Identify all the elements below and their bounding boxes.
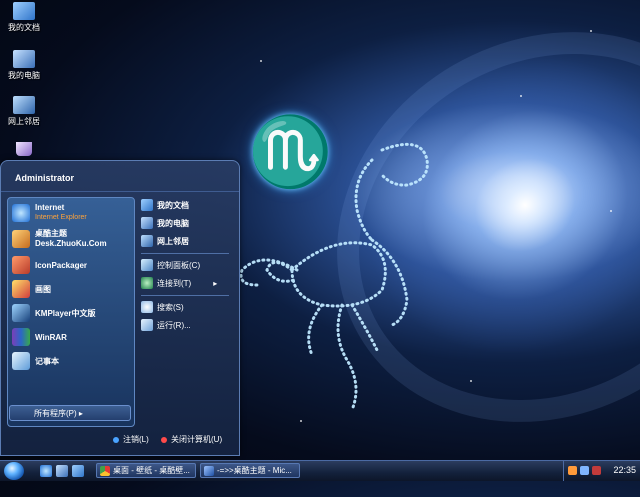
start-menu-pinned-panel: Internet Internet Explorer 桌酷主题 Desk.Zhu…: [7, 197, 135, 427]
menu-separator: [141, 295, 229, 296]
start-item-connect-to[interactable]: 连接到(T) ▸: [141, 275, 217, 291]
start-item-label: IconPackager: [35, 260, 88, 270]
start-item-iconpackager[interactable]: IconPackager: [12, 254, 87, 276]
word-icon: [204, 466, 214, 476]
start-item-internet[interactable]: Internet Internet Explorer: [12, 202, 87, 224]
start-item-run[interactable]: 运行(R)...: [141, 317, 191, 333]
control-panel-icon: [141, 259, 153, 271]
start-item-zhuoku[interactable]: 桌酷主题 Desk.ZhuoKu.Com: [12, 228, 134, 250]
taskbar-button-label: -=>>桌酷主题 - Mic...: [217, 466, 292, 475]
start-item-label: 运行(R)...: [157, 320, 191, 330]
start-item-label: 我的文档: [157, 200, 189, 210]
clock: 22:35: [613, 465, 636, 475]
start-item-sublabel: Desk.ZhuoKu.Com: [35, 239, 107, 248]
connect-to-icon: [141, 277, 153, 289]
star: [470, 380, 472, 382]
explorer-icon[interactable]: [72, 465, 84, 477]
start-item-my-computer[interactable]: 我的电脑: [141, 215, 189, 231]
start-item-winrar[interactable]: WinRAR: [12, 326, 67, 348]
star: [300, 420, 302, 422]
start-button[interactable]: [4, 462, 24, 480]
desktop-icon-recycle-bin[interactable]: [2, 142, 46, 158]
iconpackager-icon: [12, 256, 30, 274]
start-menu-user-name: Administrator: [1, 161, 239, 192]
star: [610, 210, 612, 212]
start-item-label: 我的电脑: [157, 218, 189, 228]
security-icon[interactable]: [592, 466, 601, 475]
run-icon: [141, 319, 153, 331]
chrome-icon: [100, 466, 110, 476]
tray-app-icon[interactable]: [568, 466, 577, 475]
kmplayer-icon: [12, 304, 30, 322]
start-item-label: 桌酷主题: [35, 229, 67, 238]
start-item-label: 记事本: [35, 356, 59, 366]
scorpion-artwork: [239, 142, 429, 412]
desktop-icon-my-documents[interactable]: 我的文档: [2, 2, 46, 33]
shutdown-button[interactable]: 关闭计算机(U): [161, 434, 222, 445]
star: [590, 30, 592, 32]
taskbar: 桌面 - 壁纸 - 桌酷壁... -=>>桌酷主题 - Mic... 22:35: [0, 460, 640, 481]
zhuoku-theme-icon: [12, 230, 30, 248]
start-item-paint[interactable]: 画图: [12, 278, 51, 300]
logoff-label: 注销(L): [123, 435, 149, 444]
start-item-notepad[interactable]: 记事本: [12, 350, 59, 372]
start-item-kmplayer[interactable]: KMPlayer中文版: [12, 302, 95, 324]
desktop-icon-my-computer[interactable]: 我的电脑: [2, 50, 46, 81]
start-item-label: 搜索(S): [157, 302, 184, 312]
start-item-control-panel[interactable]: 控制面板(C): [141, 257, 200, 273]
star: [260, 60, 262, 62]
my-computer-icon: [141, 217, 153, 229]
my-documents-icon: [13, 2, 35, 20]
start-item-label: KMPlayer中文版: [35, 308, 96, 318]
start-item-my-documents[interactable]: 我的文档: [141, 197, 189, 213]
recycle-bin-icon: [16, 142, 32, 156]
start-item-network[interactable]: 网上邻居: [141, 233, 189, 249]
start-menu-places-panel: 我的文档 我的电脑 网上邻居 控制面板(C) 连接到(T) ▸ 搜索(S) 运行…: [137, 197, 233, 397]
power-icon: [161, 436, 167, 443]
start-item-label: 连接到(T): [157, 278, 192, 288]
network-places-icon: [141, 235, 153, 247]
search-icon: [141, 301, 153, 313]
logoff-button[interactable]: 注销(L): [113, 434, 149, 445]
desktop-icon-label: 我的电脑: [8, 71, 40, 80]
desktop-icon-network[interactable]: 网上邻居: [2, 96, 46, 127]
start-item-label: 网上邻居: [157, 236, 189, 246]
all-programs-label: 所有程序(P): [34, 409, 77, 418]
start-item-search[interactable]: 搜索(S): [141, 299, 184, 315]
notepad-icon: [12, 352, 30, 370]
internet-explorer-icon[interactable]: [40, 465, 52, 477]
start-item-sublabel: Internet Explorer: [35, 214, 87, 221]
show-desktop-icon[interactable]: [56, 465, 68, 477]
start-item-label: Internet: [35, 203, 65, 212]
start-item-label: 控制面板(C): [157, 260, 201, 270]
start-item-label: 画图: [35, 284, 51, 294]
taskbar-button-label: 桌面 - 壁纸 - 桌酷壁...: [113, 466, 190, 475]
winrar-icon: [12, 328, 30, 346]
shutdown-label: 关闭计算机(U): [171, 435, 223, 444]
internet-explorer-icon: [12, 204, 30, 222]
system-tray: 22:35: [563, 461, 640, 481]
desktop-icon-label: 我的文档: [8, 23, 40, 32]
start-item-label: WinRAR: [35, 332, 67, 342]
my-computer-icon: [13, 50, 35, 68]
arrow-right-icon: ▸: [78, 409, 83, 418]
arrow-right-icon: ▸: [213, 278, 218, 288]
paint-icon: [12, 280, 30, 298]
logoff-icon: [113, 436, 119, 443]
start-menu-footer: 注销(L) 关闭计算机(U): [1, 429, 239, 453]
taskbar-button-word[interactable]: -=>>桌酷主题 - Mic...: [200, 463, 300, 478]
network-places-icon: [13, 96, 35, 114]
taskbar-button-browser[interactable]: 桌面 - 壁纸 - 桌酷壁...: [96, 463, 196, 478]
star: [520, 95, 522, 97]
desktop-icon-label: 网上邻居: [8, 117, 40, 126]
start-menu: Administrator Internet Internet Explorer…: [0, 160, 240, 456]
volume-icon[interactable]: [580, 466, 589, 475]
all-programs-button[interactable]: 所有程序(P) ▸: [9, 405, 131, 421]
my-documents-icon: [141, 199, 153, 211]
menu-separator: [141, 253, 229, 254]
